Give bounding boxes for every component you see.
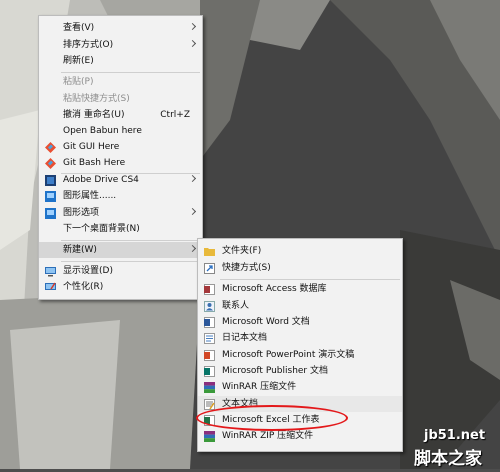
submenu-arrow-icon: [188, 174, 197, 183]
adobe-drive-icon: [45, 175, 56, 186]
personalize-icon: [45, 282, 56, 290]
submenu-item-contact[interactable]: 联系人: [198, 298, 402, 314]
submenu-arrow-icon: [188, 22, 197, 31]
git-diamond-icon: [45, 158, 56, 169]
menu-item-label: Adobe Drive CS4: [63, 175, 139, 185]
watermark-domain: jb51.net: [424, 428, 486, 443]
menu-separator: [61, 261, 200, 262]
menu-item-paste[interactable]: 粘贴(P): [39, 74, 202, 90]
journal-file-icon: [204, 333, 215, 344]
menu-item-graphics-properties[interactable]: 图形属性......: [39, 188, 202, 204]
menu-separator: [61, 240, 200, 241]
menu-item-git-bash[interactable]: Git Bash Here: [39, 155, 202, 171]
menu-item-personalize[interactable]: 个性化(R): [39, 279, 202, 295]
winrar-zip-icon: [204, 431, 215, 442]
submenu-item-access-database[interactable]: Microsoft Access 数据库: [198, 281, 402, 297]
menu-item-label: WinRAR 压缩文件: [222, 382, 297, 392]
powerpoint-file-icon: [204, 350, 215, 361]
menu-item-label: 日记本文档: [222, 333, 268, 343]
shortcut-icon: [204, 263, 215, 274]
submenu-item-powerpoint[interactable]: Microsoft PowerPoint 演示文稿: [198, 347, 402, 363]
menu-item-display-settings[interactable]: 显示设置(D): [39, 263, 202, 279]
submenu-item-winrar-zip[interactable]: WinRAR ZIP 压缩文件: [198, 428, 402, 444]
winrar-archive-icon: [204, 382, 215, 393]
menu-item-label: Open Babun here: [63, 126, 142, 136]
desktop-context-menu: 查看(V) 排序方式(O) 刷新(E) 粘贴(P) 粘贴快捷方式(S) 撤消 重…: [38, 15, 203, 300]
menu-item-label: 查看(V): [63, 23, 95, 33]
git-diamond-icon: [45, 142, 56, 153]
menu-item-paste-shortcut[interactable]: 粘贴快捷方式(S): [39, 91, 202, 107]
menu-item-label: Git Bash Here: [63, 158, 126, 168]
menu-item-sort-by[interactable]: 排序方式(O): [39, 37, 202, 53]
menu-item-label: 新建(W): [63, 245, 97, 255]
menu-item-label: 下一个桌面背景(N): [63, 224, 140, 234]
submenu-arrow-icon: [188, 244, 197, 253]
menu-item-label: 显示设置(D): [63, 266, 113, 276]
menu-item-new[interactable]: 新建(W): [39, 242, 202, 258]
menu-item-label: 快捷方式(S): [222, 263, 271, 273]
menu-item-view[interactable]: 查看(V): [39, 20, 202, 36]
submenu-arrow-icon: [188, 39, 197, 48]
menu-item-label: 图形选项: [63, 208, 100, 218]
contact-icon: [204, 301, 215, 312]
monitor-icon: [45, 267, 56, 277]
submenu-item-folder[interactable]: 文件夹(F): [198, 243, 402, 259]
watermark-site-name: 脚本之家: [414, 449, 482, 469]
menu-item-label: Microsoft PowerPoint 演示文稿: [222, 350, 355, 360]
intel-graphics-icon: [45, 208, 56, 219]
menu-item-label: 文件夹(F): [222, 246, 262, 256]
shortcut-text: Ctrl+Z: [160, 110, 190, 120]
menu-item-open-babun[interactable]: Open Babun here: [39, 123, 202, 139]
menu-item-undo-rename[interactable]: 撤消 重命名(U) Ctrl+Z: [39, 107, 202, 123]
text-file-icon: [204, 399, 215, 410]
menu-item-label: Git GUI Here: [63, 142, 120, 152]
menu-item-refresh[interactable]: 刷新(E): [39, 53, 202, 69]
intel-graphics-icon: [45, 191, 56, 202]
menu-item-label: Microsoft Publisher 文档: [222, 366, 328, 376]
publisher-file-icon: [204, 366, 215, 377]
menu-item-label: Microsoft Word 文档: [222, 317, 310, 327]
menu-item-label: 排序方式(O): [63, 40, 114, 50]
menu-item-label: 粘贴快捷方式(S): [63, 94, 130, 104]
menu-item-label: 图形属性......: [63, 191, 117, 201]
menu-item-label: Microsoft Access 数据库: [222, 284, 327, 294]
submenu-item-publisher[interactable]: Microsoft Publisher 文档: [198, 363, 402, 379]
submenu-item-journal-document[interactable]: 日记本文档: [198, 330, 402, 346]
menu-item-label: 个性化(R): [63, 282, 104, 292]
menu-item-label: 刷新(E): [63, 56, 94, 66]
submenu-item-shortcut[interactable]: 快捷方式(S): [198, 260, 402, 276]
menu-item-adobe-drive[interactable]: Adobe Drive CS4: [39, 172, 202, 188]
annotation-highlight-ellipse: [196, 405, 348, 431]
submenu-item-word-document[interactable]: Microsoft Word 文档: [198, 314, 402, 330]
menu-item-label: 粘贴(P): [63, 77, 94, 87]
submenu-item-winrar-archive[interactable]: WinRAR 压缩文件: [198, 379, 402, 395]
menu-item-label: 联系人: [222, 301, 250, 311]
menu-item-git-gui[interactable]: Git GUI Here: [39, 139, 202, 155]
menu-separator: [220, 279, 400, 280]
menu-item-next-background[interactable]: 下一个桌面背景(N): [39, 221, 202, 237]
menu-separator: [61, 72, 200, 73]
menu-item-label: 撤消 重命名(U): [63, 110, 125, 120]
word-file-icon: [204, 317, 215, 328]
menu-item-graphics-options[interactable]: 图形选项: [39, 205, 202, 221]
submenu-arrow-icon: [188, 207, 197, 216]
folder-icon: [204, 248, 215, 256]
access-file-icon: [204, 284, 215, 295]
